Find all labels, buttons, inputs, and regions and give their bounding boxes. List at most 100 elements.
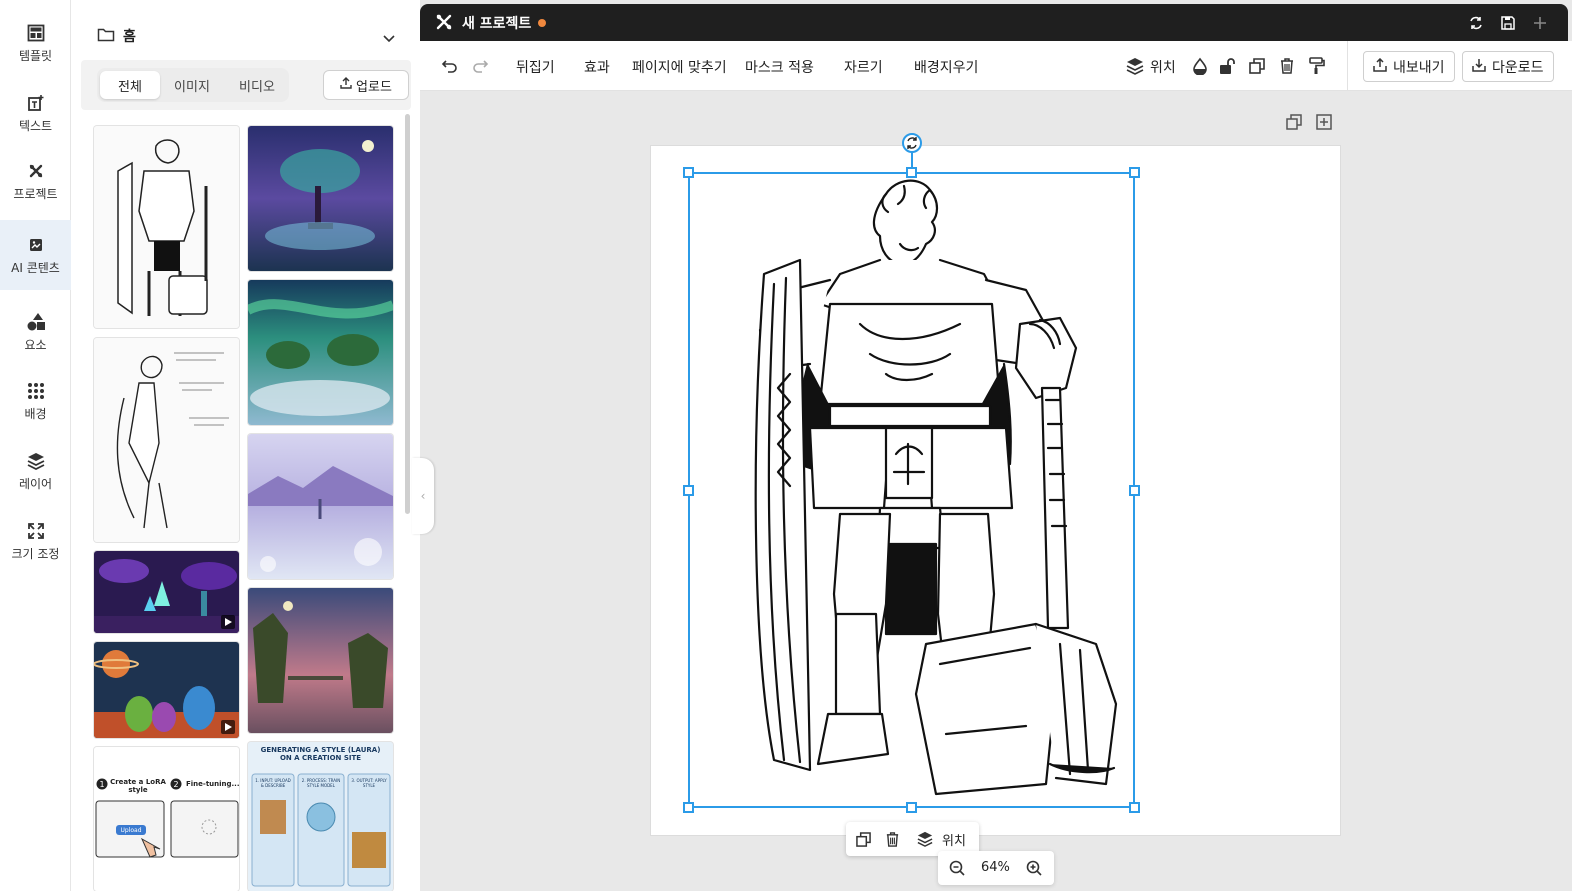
rail-label-layers: 레이어 <box>18 476 53 491</box>
apply-mask-button[interactable]: 마스크 적용 <box>745 57 814 77</box>
template-icon <box>26 23 46 43</box>
rail-item-text[interactable]: 텍스트 <box>0 78 71 148</box>
duplicate-page-icon[interactable] <box>1285 113 1303 131</box>
thumbnail-knight-sketch[interactable] <box>94 126 239 328</box>
rail-item-ai-content[interactable]: AI 콘텐츠 <box>0 220 71 290</box>
opacity-icon[interactable] <box>1190 56 1210 76</box>
resize-icon <box>26 521 46 541</box>
folder-selector[interactable]: 홈 <box>81 14 401 58</box>
folder-title: 홈 <box>123 29 136 45</box>
project-logo-icon <box>436 14 452 34</box>
delete-element-icon[interactable] <box>883 830 901 848</box>
folder-icon <box>97 27 115 47</box>
zoom-out-icon[interactable] <box>948 859 966 877</box>
filter-videos[interactable]: 비디오 <box>227 71 287 99</box>
save-icon[interactable] <box>1498 13 1518 33</box>
infographic-col2: 2. PROCESS: TRAIN STYLE MODEL <box>301 778 341 788</box>
delete-icon[interactable] <box>1277 56 1297 76</box>
resize-handle-right[interactable] <box>1129 485 1140 496</box>
elements-icon <box>26 312 46 332</box>
resize-handle-left[interactable] <box>683 485 694 496</box>
upload-icon <box>340 77 352 93</box>
resize-handle-top[interactable] <box>906 167 917 178</box>
resize-handle-bottom-right[interactable] <box>1129 802 1140 813</box>
undo-icon[interactable] <box>440 56 460 76</box>
library-scrollbar[interactable] <box>405 114 410 514</box>
svg-text:2: 2 <box>173 780 178 789</box>
zoom-control: 64% <box>938 851 1054 885</box>
paint-roller-icon[interactable] <box>1307 56 1327 76</box>
thumbnail-aurora-lotus[interactable] <box>248 280 393 425</box>
crop-button[interactable]: 자르기 <box>844 57 883 77</box>
sync-icon[interactable] <box>1466 13 1486 33</box>
redo-icon[interactable] <box>470 56 490 76</box>
panel-collapse-handle[interactable]: ‹ <box>412 458 434 534</box>
editor-area: 새 프로젝트 뒤집기 효과 페이지에 맞추기 마스크 적용 자르기 배경지우기 … <box>420 0 1572 891</box>
resize-handle-top-left[interactable] <box>683 167 694 178</box>
rail-item-elements[interactable]: 요소 <box>0 297 71 367</box>
position-element-label[interactable]: 위치 <box>942 830 966 849</box>
position-layers-icon[interactable] <box>1125 56 1145 76</box>
rail-label-project: 프로젝트 <box>13 186 58 201</box>
duplicate-element-icon[interactable] <box>854 830 872 848</box>
infographic-col3: 3. OUTPUT: APPLY STYLE <box>351 778 387 788</box>
rail-label-ai-content: AI 콘텐츠 <box>11 260 60 275</box>
rail-label-elements: 요소 <box>24 337 47 352</box>
download-icon <box>1472 58 1486 76</box>
flip-button[interactable]: 뒤집기 <box>516 57 555 77</box>
duplicate-icon[interactable] <box>1247 56 1267 76</box>
project-title[interactable]: 새 프로젝트 <box>462 13 531 33</box>
layers-icon <box>26 451 46 471</box>
filter-bar: 전체 이미지 비디오 업로드 <box>81 60 411 110</box>
left-rail: 템플릿 텍스트 프로젝트 AI 콘텐츠 요소 배경 레이어 크기 조정 <box>0 0 71 891</box>
thumbnail-cute-aliens-video[interactable] <box>94 642 239 738</box>
thumbnail-infographic[interactable]: GENERATING A STYLE (LAURA) ON A CREATION… <box>248 742 393 891</box>
rail-label-templates: 템플릿 <box>18 48 53 63</box>
rail-item-background[interactable]: 배경 <box>0 366 71 436</box>
thumbnail-elf-archer-sketch[interactable] <box>94 338 239 542</box>
rail-item-resize[interactable]: 크기 조정 <box>0 506 71 576</box>
position-button[interactable]: 위치 <box>1150 57 1176 77</box>
upload-label: 업로드 <box>356 79 392 95</box>
upload-button[interactable]: 업로드 <box>323 70 409 100</box>
filter-all[interactable]: 전체 <box>100 71 160 99</box>
rail-item-templates[interactable]: 템플릿 <box>0 8 71 78</box>
add-icon[interactable] <box>1530 13 1550 33</box>
play-icon <box>221 615 235 629</box>
lora-step2-label: Fine-tuning... <box>186 780 239 788</box>
position-element-icon[interactable] <box>916 830 934 848</box>
remove-background-button[interactable]: 배경지우기 <box>914 57 978 77</box>
resize-handle-bottom[interactable] <box>906 802 917 813</box>
zoom-in-icon[interactable] <box>1025 859 1043 877</box>
thumbnail-lora-steps[interactable]: 1 2 Create a LoRA style Fine-tuning... U… <box>94 747 239 891</box>
thumbnail-alien-crystal-video[interactable] <box>94 551 239 633</box>
resize-handle-bottom-left[interactable] <box>683 802 694 813</box>
rail-label-resize: 크기 조정 <box>11 546 60 561</box>
filter-images[interactable]: 이미지 <box>162 71 222 99</box>
rail-label-text: 텍스트 <box>18 118 53 133</box>
effects-button[interactable]: 효과 <box>584 57 610 77</box>
text-icon <box>26 93 46 113</box>
rotate-handle-icon[interactable] <box>902 133 922 153</box>
app: 템플릿 텍스트 프로젝트 AI 콘텐츠 요소 배경 레이어 크기 조정 홈 전체… <box>0 0 1572 891</box>
resize-handle-top-right[interactable] <box>1129 167 1140 178</box>
thumbnail-aurora-tree[interactable] <box>248 126 393 271</box>
add-page-icon[interactable] <box>1315 113 1333 131</box>
rail-item-project[interactable]: 프로젝트 <box>0 146 71 216</box>
thumbnail-floating-islands[interactable] <box>248 588 393 733</box>
selection-box[interactable] <box>688 172 1135 808</box>
download-button[interactable]: 다운로드 <box>1462 51 1554 82</box>
rail-label-background: 배경 <box>24 406 47 421</box>
lora-step1-label: Create a LoRA style <box>110 778 166 794</box>
chevron-left-icon: ‹ <box>420 489 426 503</box>
export-button[interactable]: 내보내기 <box>1363 51 1455 82</box>
toolbar-separator <box>1347 41 1348 91</box>
infographic-title: GENERATING A STYLE (LAURA) ON A CREATION… <box>260 746 381 762</box>
play-icon <box>221 720 235 734</box>
chevron-down-icon[interactable] <box>383 28 395 47</box>
unlock-icon[interactable] <box>1217 56 1237 76</box>
thumbnail-misty-lake[interactable] <box>248 434 393 579</box>
rail-item-layers[interactable]: 레이어 <box>0 436 71 506</box>
media-filter-tabs: 전체 이미지 비디오 <box>97 68 289 102</box>
fit-page-button[interactable]: 페이지에 맞추기 <box>632 57 727 77</box>
